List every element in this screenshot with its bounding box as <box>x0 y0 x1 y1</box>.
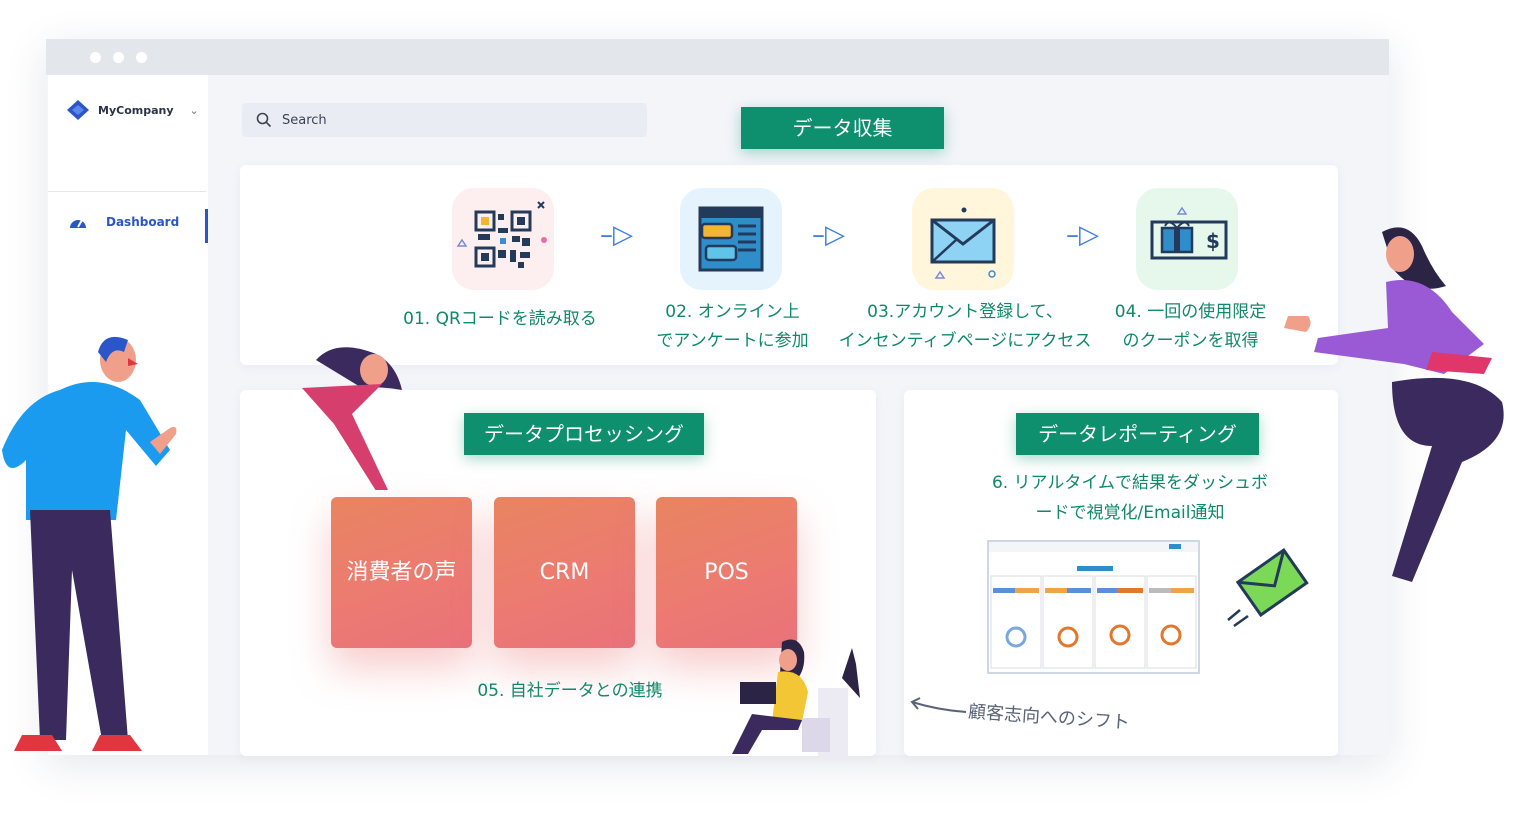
data-tile-voice: 消費者の声 <box>331 497 472 648</box>
curved-arrow-icon <box>910 697 967 713</box>
dashboard-thumbnail <box>987 540 1200 674</box>
search-icon <box>256 112 272 128</box>
window-dot <box>113 52 124 63</box>
reporting-caption-line2: ードで視覚化/Email通知 <box>1035 503 1225 523</box>
collection-title: データ収集 <box>741 107 944 149</box>
divider <box>48 191 206 192</box>
step-4-line2: のクーポンを取得 <box>1122 331 1259 351</box>
sidebar-item-label: Dashboard <box>106 215 180 229</box>
speedometer-icon <box>70 219 86 228</box>
arrow-right-icon: –▷ <box>600 220 633 250</box>
company-logo-icon <box>67 100 89 120</box>
step-4-line1: 04. 一回の使用限定 <box>1114 302 1267 322</box>
search-placeholder: Search <box>282 112 327 128</box>
step-3-line1: 03.アカウント登録して、 <box>867 302 1063 322</box>
survey-chat-icon <box>680 188 782 290</box>
company-switcher[interactable]: MyCompany ⌄ <box>66 99 199 121</box>
woman-laptop-illustration <box>732 639 860 758</box>
processing-title: データプロセッシング <box>464 413 704 455</box>
gift-coupon-icon: $ <box>1136 188 1238 290</box>
data-tile-pos: POS <box>656 497 797 648</box>
search-input[interactable]: Search <box>242 103 647 137</box>
woman-sitting-illustration <box>1284 227 1504 582</box>
stage: MyCompany ⌄ Dashboard Search データ収集 01. Q… <box>0 0 1513 813</box>
reporting-caption-line1: 6. リアルタイムで結果をダッシュボ <box>991 473 1269 493</box>
qr-code-icon <box>452 188 554 290</box>
window-dot <box>136 52 147 63</box>
man-illustration <box>2 336 177 751</box>
step-2-line1: 02. オンライン上 <box>665 302 800 322</box>
svg-text:$: $ <box>1206 229 1220 253</box>
window-titlebar <box>46 39 1389 75</box>
envelope-icon <box>912 188 1014 290</box>
step-2-line2: でアンケートに参加 <box>656 331 809 351</box>
active-indicator <box>205 209 208 243</box>
chevron-down-icon: ⌄ <box>189 103 199 117</box>
data-tile-crm: CRM <box>494 497 635 648</box>
step-3-line2: インセンティブページにアクセス <box>838 331 1092 351</box>
reporting-title: データレポーティング <box>1016 413 1259 455</box>
woman-peeking-illustration <box>302 347 402 490</box>
company-name: MyCompany <box>98 103 174 117</box>
processing-caption: 05. 自社データとの連携 <box>477 681 663 701</box>
window-dot <box>90 52 101 63</box>
arrow-right-icon: –▷ <box>812 220 845 250</box>
arrow-right-icon: –▷ <box>1066 220 1099 250</box>
step-1-line1: 01. QRコードを読み取る <box>403 309 597 329</box>
sidebar-item-dashboard[interactable]: Dashboard <box>68 214 179 230</box>
